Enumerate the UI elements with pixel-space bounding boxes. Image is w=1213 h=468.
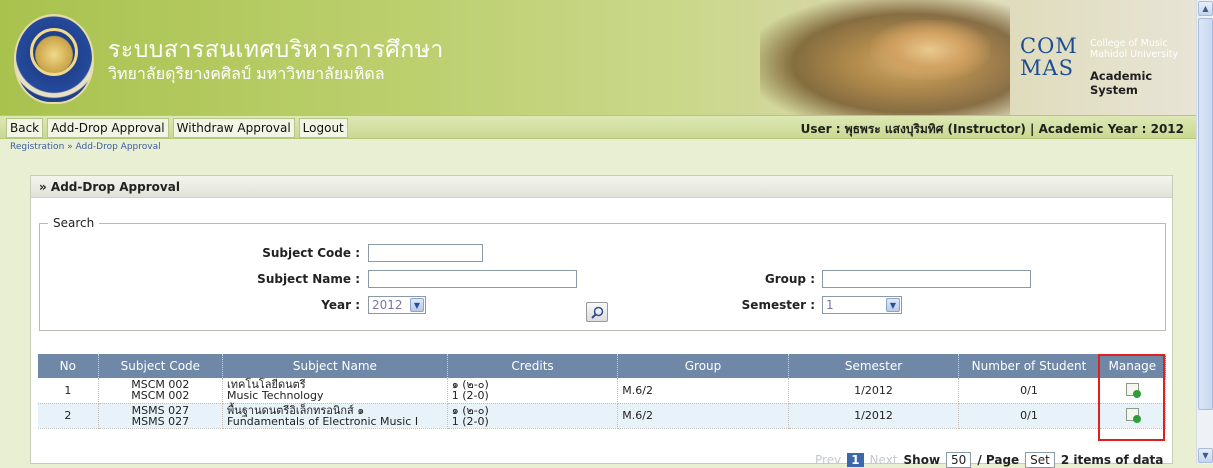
credits-en: 1 (2-0) xyxy=(451,414,489,428)
subject-code-line: MSCM 002 xyxy=(131,389,190,403)
subject-code-line: MSMS 027 xyxy=(131,403,190,417)
scrollbar-thumb[interactable] xyxy=(1198,18,1213,410)
menu-bar: Back Add-Drop Approval Withdraw Approval… xyxy=(0,115,1196,139)
row-number-of-student: 0/1 xyxy=(958,378,1100,404)
subject-code-label: Subject Code : xyxy=(262,246,360,260)
scroll-up-icon[interactable]: ▲ xyxy=(1198,1,1213,16)
col-semester: Semester xyxy=(788,354,960,378)
group-input[interactable] xyxy=(822,270,1031,288)
row-semester: 1/2012 xyxy=(788,378,960,404)
menu-logout-link[interactable]: Logout xyxy=(298,118,348,138)
pager-prev[interactable]: Prev xyxy=(815,453,841,467)
row-no: 2 xyxy=(38,403,99,429)
col-group: Group xyxy=(617,354,789,378)
col-manage: Manage xyxy=(1099,354,1167,378)
row-number-of-student: 0/1 xyxy=(958,403,1100,429)
group-label: Group : xyxy=(764,272,815,286)
brand-college: College of Music xyxy=(1090,38,1168,49)
approval-table: No Subject Code Subject Name Credits Gro… xyxy=(38,354,1167,429)
row-manage xyxy=(1099,378,1167,404)
manage-approve-icon[interactable] xyxy=(1125,382,1141,398)
credits-en: 1 (2-0) xyxy=(451,389,489,403)
table-header-row: No Subject Code Subject Name Credits Gro… xyxy=(38,354,1167,378)
col-no: No xyxy=(38,354,99,378)
row-semester: 1/2012 xyxy=(788,403,960,429)
set-button[interactable]: Set xyxy=(1025,452,1055,468)
credits-th: ๑ (๒-๐) xyxy=(451,403,489,417)
row-subject-name: พื้นฐานดนตรีอิเล็กทรอนิกส์ ๑ Fundamental… xyxy=(222,403,448,429)
menu-withdraw-approval-link[interactable]: Withdraw Approval xyxy=(172,118,295,138)
pager-summary: 2 items of data xyxy=(1060,453,1164,467)
search-legend: Search xyxy=(53,216,95,230)
header-photo-highlight xyxy=(870,20,990,80)
panel-title: » Add-Drop Approval xyxy=(31,176,1172,198)
semester-label: Semester : xyxy=(741,298,815,312)
row-manage xyxy=(1099,403,1167,429)
subject-name-en: Fundamentals of Electronic Music I xyxy=(227,414,419,428)
vertical-scrollbar[interactable]: ▲ ▼ xyxy=(1196,0,1213,464)
user-info: User : พุธพระ แสงบุริมทิศ (Instructor) |… xyxy=(800,122,1184,136)
brand-com: COM xyxy=(1020,34,1078,58)
table-row: 1 MSCM 002 MSCM 002 เทคโนโลยีดนตรี Music… xyxy=(38,378,1167,404)
subject-name-label: Subject Name : xyxy=(257,272,360,286)
col-subject-code: Subject Code xyxy=(98,354,224,378)
row-no: 1 xyxy=(38,378,99,404)
pager-current-page[interactable]: 1 xyxy=(847,453,864,467)
col-credits: Credits xyxy=(447,354,619,378)
subject-code-line: MSMS 027 xyxy=(131,414,190,428)
per-page-input[interactable]: 50 xyxy=(946,452,972,468)
semester-select[interactable]: 1 ▼ xyxy=(822,296,902,314)
brand-university: Mahidol University xyxy=(1090,49,1179,60)
year-select-value: 2012 xyxy=(372,298,403,312)
brand-mas: MAS xyxy=(1020,56,1075,80)
commas-brand: COM MAS College of Music Mahidol Univers… xyxy=(1010,34,1188,98)
row-group: M.6/2 xyxy=(617,378,789,404)
college-subtitle: วิทยาลัยดุริยางคศิลป์ มหาวิทยาลัยมหิดล xyxy=(108,64,385,83)
add-drop-approval-panel: » Add-Drop Approval Search Subject Code … xyxy=(30,175,1173,464)
col-number-of-student: Number of Student xyxy=(958,354,1100,378)
row-subject-code: MSCM 002 MSCM 002 xyxy=(98,378,224,404)
row-credits: ๑ (๒-๐) 1 (2-0) xyxy=(447,378,619,404)
subject-name-input[interactable] xyxy=(368,270,577,288)
subject-name-en: Music Technology xyxy=(227,389,324,403)
subject-code-input[interactable] xyxy=(368,244,483,262)
menu-back-link[interactable]: Back xyxy=(6,118,44,138)
search-icon xyxy=(591,306,604,319)
menu-add-drop-approval-link[interactable]: Add-Drop Approval xyxy=(47,118,169,138)
manage-approve-icon[interactable] xyxy=(1125,408,1141,423)
table-row: 2 MSMS 027 MSMS 027 พื้นฐานดนตรีอิเล็กทร… xyxy=(38,403,1167,429)
search-button[interactable] xyxy=(586,302,608,322)
semester-select-value: 1 xyxy=(826,298,834,312)
pager: Prev 1 Next Show 50 / Page Set 2 items o… xyxy=(815,452,1163,468)
row-group: M.6/2 xyxy=(617,403,789,429)
logo-ring xyxy=(30,28,78,76)
header-banner: ระบบสารสนเทศบริหารการศึกษา วิทยาลัยดุริย… xyxy=(0,0,1196,115)
col-subject-name: Subject Name xyxy=(222,354,448,378)
pager-show-label: Show xyxy=(903,453,941,467)
year-label: Year : xyxy=(321,298,360,312)
subject-name-th: พื้นฐานดนตรีอิเล็กทรอนิกส์ ๑ xyxy=(227,403,365,417)
main-menu: Back Add-Drop Approval Withdraw Approval… xyxy=(6,118,348,138)
row-credits: ๑ (๒-๐) 1 (2-0) xyxy=(447,403,619,429)
chevron-down-icon: ▼ xyxy=(410,298,424,312)
row-subject-code: MSMS 027 MSMS 027 xyxy=(98,403,224,429)
brand-system: Academic System xyxy=(1090,69,1153,97)
pager-next[interactable]: Next xyxy=(870,453,898,467)
pager-per-page-suffix: / Page xyxy=(977,453,1020,467)
scroll-down-icon[interactable]: ▼ xyxy=(1198,448,1213,463)
breadcrumb[interactable]: Registration » Add-Drop Approval xyxy=(10,142,161,152)
brand-college-line: College of Music Mahidol University xyxy=(1090,38,1178,60)
chevron-down-icon: ▼ xyxy=(886,298,900,312)
year-select[interactable]: 2012 ▼ xyxy=(368,296,426,314)
row-subject-name: เทคโนโลยีดนตรี Music Technology xyxy=(222,378,448,404)
